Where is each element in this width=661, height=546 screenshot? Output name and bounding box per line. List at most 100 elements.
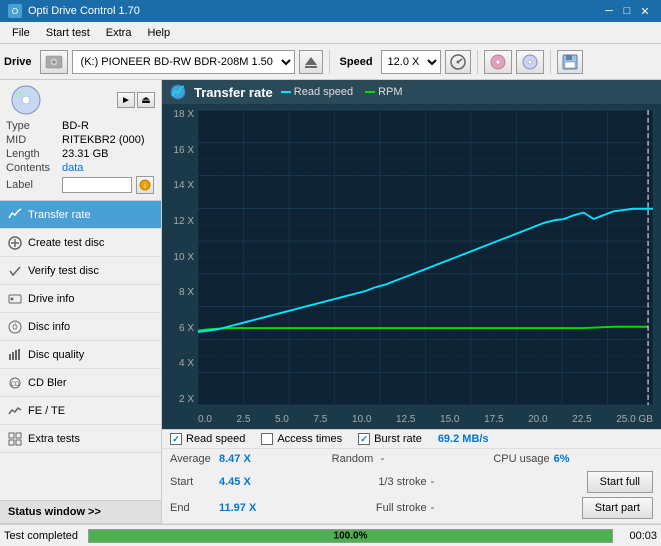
stats-row3-grid: End 11.97 X Full stroke - (170, 500, 582, 516)
stat-full-stroke: Full stroke - (376, 500, 582, 516)
stat-cpu: CPU usage 6% (493, 451, 653, 467)
x-label-22.5: 22.5 (572, 414, 591, 425)
cb-burst-rate[interactable]: Burst rate (358, 433, 422, 445)
menu-start-test[interactable]: Start test (38, 25, 98, 41)
cb-access-times[interactable]: Access times (261, 433, 342, 445)
title-bar-left: O Opti Drive Control 1.70 (8, 4, 140, 18)
speed-select[interactable]: 12.0 X (381, 50, 441, 74)
y-label-16: 16 X (173, 146, 194, 156)
svg-text:CD: CD (11, 382, 20, 388)
verify-disc-icon (8, 264, 22, 278)
nav-create-test-disc[interactable]: Create test disc (0, 229, 161, 257)
stat-average-label: Average (170, 453, 215, 465)
nav-transfer-rate[interactable]: Transfer rate (0, 201, 161, 229)
length-label: Length (6, 148, 58, 160)
stat-end-value: 11.97 X (219, 502, 256, 514)
x-label-12.5: 12.5 (396, 414, 415, 425)
progress-track: 100.0% (88, 529, 613, 543)
transfer-rate-icon (8, 208, 22, 222)
save-button[interactable] (557, 50, 583, 74)
eject-icon (304, 55, 318, 69)
start-part-button[interactable]: Start part (582, 497, 653, 519)
stat-average-value: 8.47 X (219, 453, 251, 465)
stat-end-label: End (170, 502, 215, 514)
stats-row2: Start 4.45 X 1/3 stroke - Start full (162, 469, 661, 495)
drive-info-icon (8, 292, 22, 306)
disc-action-eject[interactable]: ⏏ (137, 92, 155, 108)
drive-icon (45, 53, 63, 71)
nav-cd-bler[interactable]: CD CD Bler (0, 369, 161, 397)
contents-value[interactable]: data (62, 162, 83, 174)
chart-area: 18 X 16 X 14 X 12 X 10 X 8 X 6 X 4 X 2 X (162, 104, 661, 429)
disc-large-icon (6, 84, 46, 116)
disc-type-row: Type BD-R (6, 120, 155, 132)
speed-label: Speed (340, 56, 373, 68)
drive-select[interactable]: (K:) PIONEER BD-RW BDR-208M 1.50 (72, 50, 295, 74)
disc-quality-icon (8, 348, 22, 362)
stats-row3: End 11.97 X Full stroke - Start part (162, 495, 661, 524)
cb-access-times-box[interactable] (261, 433, 273, 445)
minimize-button[interactable]: ─ (601, 3, 617, 19)
chart-legend: Read speed RPM (281, 86, 403, 98)
nav-disc-quality[interactable]: Disc quality (0, 341, 161, 369)
status-window-button[interactable]: Status window >> (0, 500, 161, 524)
stat-start: Start 4.45 X (170, 474, 378, 490)
toolbar: Drive (K:) PIONEER BD-RW BDR-208M 1.50 S… (0, 44, 661, 80)
x-label-5: 5.0 (275, 414, 289, 425)
burst-rate-value: 69.2 MB/s (438, 433, 489, 445)
label-icon-button[interactable]: i (136, 176, 154, 194)
nav-verify-test-disc[interactable]: Verify test disc (0, 257, 161, 285)
speedometer-icon (450, 54, 466, 70)
speed-icon-button[interactable] (445, 50, 471, 74)
label-input[interactable] (62, 177, 132, 193)
legend-dot-cyan (281, 91, 291, 93)
nav-drive-info[interactable]: Drive info (0, 285, 161, 313)
disc-label-row: Label i (6, 176, 155, 194)
nav-fe-te[interactable]: FE / TE (0, 397, 161, 425)
chart-header: Transfer rate Read speed RPM (162, 80, 661, 104)
title-bar-controls: ─ □ ✕ (601, 3, 653, 19)
menu-file[interactable]: File (4, 25, 38, 41)
x-label-20: 20.0 (528, 414, 547, 425)
save-icon (562, 54, 578, 70)
cb-read-speed-box[interactable] (170, 433, 182, 445)
stat-start-label: Start (170, 476, 215, 488)
nav-menu: Transfer rate Create test disc Verify te… (0, 201, 161, 500)
stat-full-stroke-label: Full stroke (376, 502, 427, 514)
drive-label: Drive (4, 56, 32, 68)
x-axis: 0.0 2.5 5.0 7.5 10.0 12.5 15.0 17.5 20.0… (198, 414, 653, 425)
legend-rpm-label: RPM (378, 86, 402, 98)
close-button[interactable]: ✕ (637, 3, 653, 19)
menu-help[interactable]: Help (139, 25, 178, 41)
disc-button1[interactable] (484, 50, 512, 74)
stat-cpu-label: CPU usage (493, 453, 549, 465)
start-full-button[interactable]: Start full (587, 471, 653, 493)
cb-read-speed[interactable]: Read speed (170, 433, 245, 445)
nav-disc-info[interactable]: i Disc info (0, 313, 161, 341)
stats-row1: Average 8.47 X Random - CPU usage 6% (162, 449, 661, 469)
checkbox-row: Read speed Access times Burst rate 69.2 … (162, 430, 661, 449)
progress-percent: 100.0% (334, 530, 368, 541)
fe-te-icon (8, 404, 22, 418)
chart-title: Transfer rate (194, 85, 273, 100)
disc-actions: ► ⏏ (117, 92, 155, 108)
disc-button2[interactable] (516, 50, 544, 74)
nav-extra-tests[interactable]: Extra tests (0, 425, 161, 453)
disc-header: ► ⏏ (6, 84, 155, 116)
svg-text:i: i (14, 321, 15, 327)
x-label-17.5: 17.5 (484, 414, 503, 425)
drive-icon-button[interactable] (40, 50, 68, 74)
app-title: Opti Drive Control 1.70 (28, 5, 140, 17)
maximize-button[interactable]: □ (619, 3, 635, 19)
cb-burst-rate-box[interactable] (358, 433, 370, 445)
separator (329, 50, 330, 74)
legend-rpm: RPM (365, 86, 402, 98)
type-value: BD-R (62, 120, 89, 132)
disc-action-arrow[interactable]: ► (117, 92, 135, 108)
menu-bar: File Start test Extra Help (0, 22, 661, 44)
separator2 (477, 50, 478, 74)
eject-button[interactable] (299, 50, 323, 74)
status-text: Test completed (4, 530, 84, 542)
chart-bottom: Read speed Access times Burst rate 69.2 … (162, 429, 661, 524)
menu-extra[interactable]: Extra (98, 25, 140, 41)
